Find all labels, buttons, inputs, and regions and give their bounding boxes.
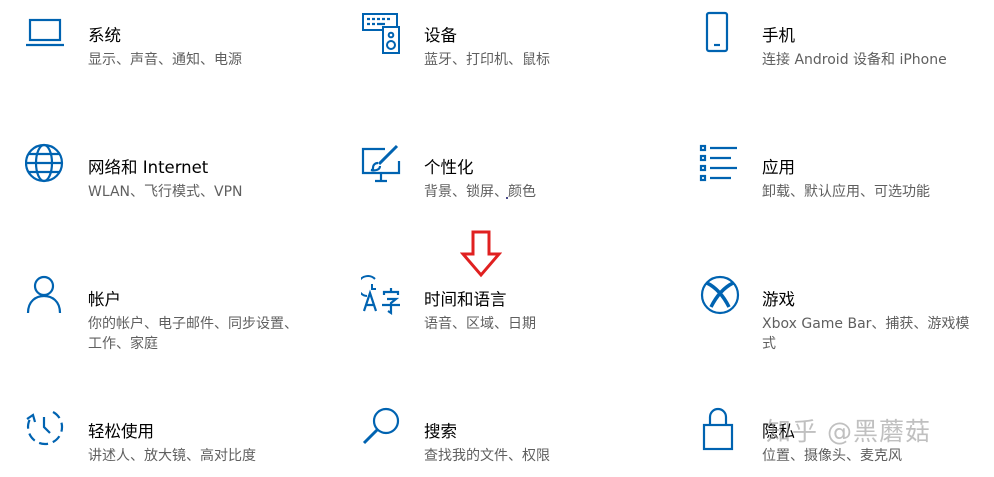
paintbrush-monitor-icon bbox=[361, 143, 405, 187]
tile-desc: 卸载、默认应用、可选功能 bbox=[762, 184, 930, 200]
tile-title: 游戏 bbox=[762, 290, 795, 309]
tile-title: 应用 bbox=[762, 158, 795, 177]
keyboard-speaker-icon bbox=[361, 11, 405, 55]
tile-title: 隐私 bbox=[762, 422, 795, 441]
tile-desc: 显示、声音、通知、电源 bbox=[88, 52, 242, 68]
tile-ease-of-access[interactable]: 轻松使用 讲述人、放大镜、高对比度 bbox=[25, 407, 325, 477]
tile-desc: Xbox Game Bar、捕获、游戏模式 bbox=[762, 316, 970, 352]
tile-title: 手机 bbox=[762, 26, 795, 45]
tile-network[interactable]: 网络和 Internet WLAN、飞行模式、VPN bbox=[25, 143, 325, 213]
tile-privacy[interactable]: 隐私 位置、摄像头、麦克风 bbox=[699, 407, 994, 477]
xbox-icon bbox=[699, 275, 743, 319]
globe-icon bbox=[25, 143, 69, 187]
tile-title: 系统 bbox=[88, 26, 121, 45]
tile-desc: WLAN、飞行模式、VPN bbox=[88, 184, 243, 200]
tile-phone[interactable]: 手机 连接 Android 设备和 iPhone bbox=[699, 11, 994, 81]
tile-desc: 位置、摄像头、麦克风 bbox=[762, 448, 902, 464]
tile-desc: 蓝牙、打印机、鼠标 bbox=[424, 52, 550, 68]
tile-title: 个性化 bbox=[424, 158, 474, 177]
tile-desc: 你的帐户、电子邮件、同步设置、工作、家庭 bbox=[88, 316, 298, 352]
tile-devices[interactable]: 设备 蓝牙、打印机、鼠标 bbox=[361, 11, 661, 81]
tile-title: 网络和 Internet bbox=[88, 158, 209, 177]
laptop-icon bbox=[25, 11, 69, 55]
tile-title: 搜索 bbox=[424, 422, 457, 441]
person-icon bbox=[25, 275, 69, 319]
tile-title: 时间和语言 bbox=[424, 290, 507, 309]
tile-apps[interactable]: 应用 卸载、默认应用、可选功能 bbox=[699, 143, 994, 213]
stray-dot bbox=[506, 197, 508, 199]
tile-desc: 背景、锁屏、颜色 bbox=[424, 184, 536, 200]
tile-time-language[interactable]: 时间和语言 语音、区域、日期 bbox=[361, 275, 661, 345]
down-arrow-icon bbox=[459, 230, 503, 278]
tile-title: 轻松使用 bbox=[88, 422, 154, 441]
phone-icon bbox=[699, 11, 743, 55]
tile-accounts[interactable]: 帐户 你的帐户、电子邮件、同步设置、工作、家庭 bbox=[25, 275, 325, 352]
tile-desc: 语音、区域、日期 bbox=[424, 316, 536, 332]
tile-desc: 连接 Android 设备和 iPhone bbox=[762, 52, 947, 68]
tile-system[interactable]: 系统 显示、声音、通知、电源 bbox=[25, 11, 325, 81]
tile-search[interactable]: 搜索 查找我的文件、权限 bbox=[361, 407, 661, 477]
tile-desc: 讲述人、放大镜、高对比度 bbox=[88, 448, 256, 464]
tile-gaming[interactable]: 游戏 Xbox Game Bar、捕获、游戏模式 bbox=[699, 275, 994, 352]
time-language-icon bbox=[361, 275, 405, 319]
tile-personalization[interactable]: 个性化 背景、锁屏、颜色 bbox=[361, 143, 661, 213]
tile-title: 帐户 bbox=[88, 290, 121, 309]
app-list-icon bbox=[699, 143, 743, 187]
ease-of-access-icon bbox=[25, 407, 69, 451]
tile-desc: 查找我的文件、权限 bbox=[424, 448, 550, 464]
search-icon bbox=[361, 407, 405, 451]
tile-title: 设备 bbox=[424, 26, 457, 45]
lock-icon bbox=[699, 407, 743, 451]
